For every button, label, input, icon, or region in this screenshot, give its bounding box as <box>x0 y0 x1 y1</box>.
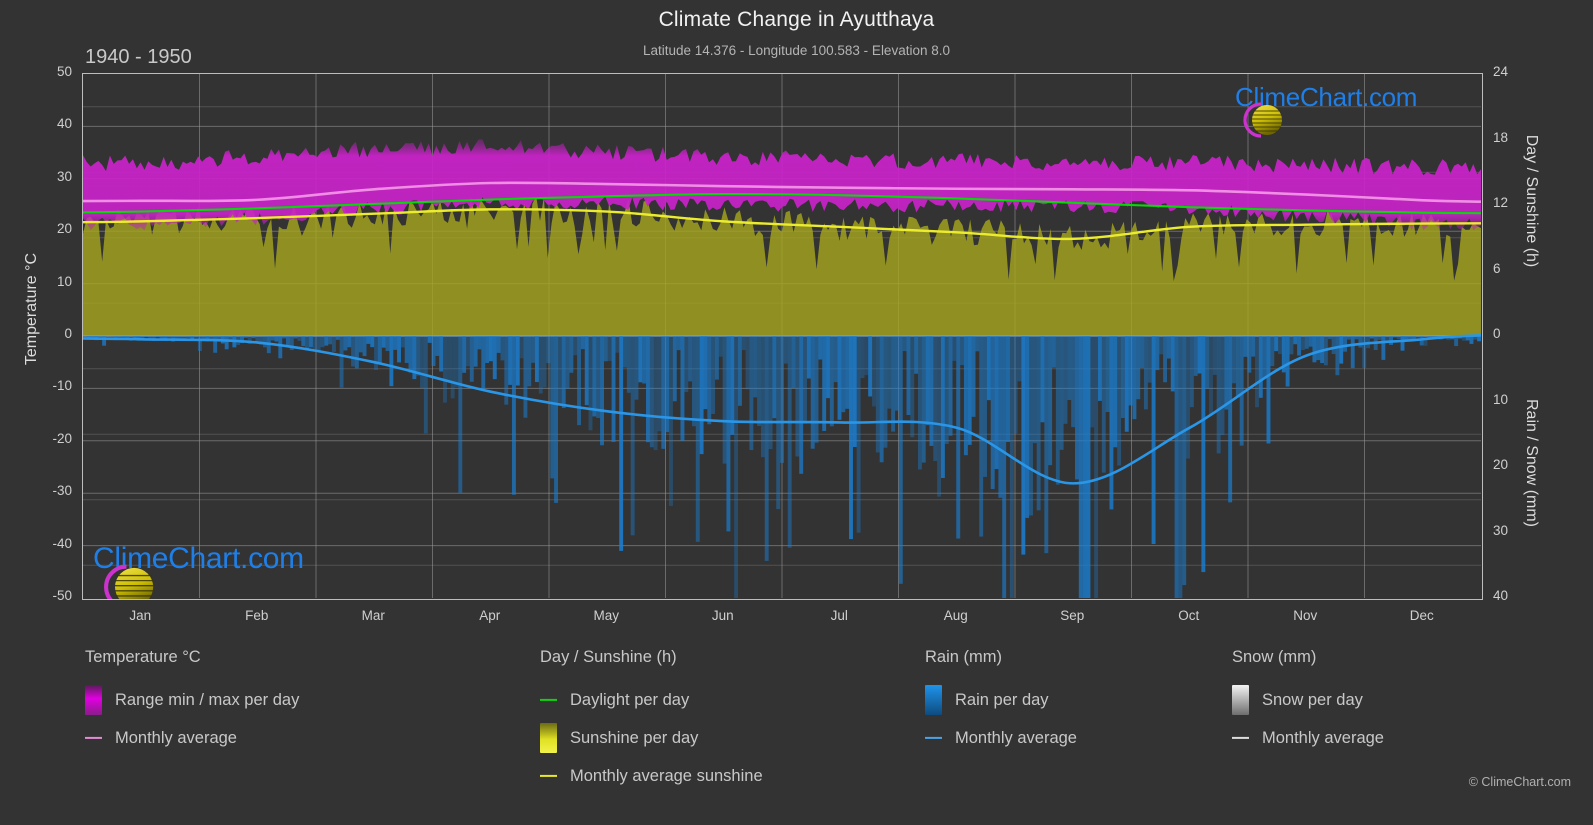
chart-legend: Temperature °C Range min / max per day Mon… <box>0 648 1593 798</box>
legend-item[interactable]: Sunshine per day <box>540 719 763 757</box>
legend-column-title: Rain (mm) <box>925 648 1002 666</box>
x-tick-may: May <box>593 608 619 623</box>
x-tick-dec: Dec <box>1409 608 1434 623</box>
x-tick-oct: Oct <box>1178 608 1200 623</box>
page-subtitle: Latitude 14.376 - Longitude 100.583 - El… <box>643 43 950 58</box>
y-tick-right-bottom: 30 <box>1493 522 1509 538</box>
y-tick-right-top: 6 <box>1493 260 1501 276</box>
x-tick-jun: Jun <box>711 608 734 623</box>
legend-item[interactable]: Daylight per day <box>540 681 763 719</box>
legend-line-icon <box>925 723 942 753</box>
x-tick-aug: Aug <box>943 608 968 623</box>
legend-line-icon <box>85 723 102 753</box>
legend-column-temperature-c: Temperature °C Range min / max per day Mon… <box>85 648 299 757</box>
legend-column-title: Snow (mm) <box>1232 648 1317 666</box>
page-title: Climate Change in Ayutthaya <box>658 8 935 31</box>
legend-column-day-sunshine-h: Day / Sunshine (h) Daylight per day Sunshi… <box>540 648 763 795</box>
y-tick-right-bottom: 40 <box>1493 588 1509 603</box>
legend-item[interactable]: Monthly average <box>1232 719 1384 757</box>
legend-item[interactable]: Monthly average <box>85 719 299 757</box>
y-tick-right-bottom: 20 <box>1493 457 1509 472</box>
legend-item[interactable]: Rain per day <box>925 681 1077 719</box>
y-tick-right-bottom: 10 <box>1493 391 1509 407</box>
y-tick-right-top: 24 <box>1493 64 1509 79</box>
y-tick-right-top: 0 <box>1493 326 1501 341</box>
legend-line-icon <box>540 685 557 715</box>
x-tick-nov: Nov <box>1293 608 1318 623</box>
legend-item-label: Monthly average <box>115 728 237 747</box>
legend-column-title: Day / Sunshine (h) <box>540 648 677 666</box>
y-tick-left: -40 <box>52 535 72 551</box>
legend-item-label: Snow per day <box>1262 690 1363 709</box>
legend-column-title: Temperature °C <box>85 648 201 666</box>
legend-swatch-icon <box>85 685 102 715</box>
x-tick-sep: Sep <box>1060 608 1085 623</box>
legend-line-icon <box>540 761 557 791</box>
y-tick-left: -10 <box>52 378 72 394</box>
legend-swatch-icon <box>540 723 557 753</box>
y-tick-left: -30 <box>52 483 72 499</box>
watermark-logo-bottom: ClimeChart.com <box>93 542 304 599</box>
x-tick-jan: Jan <box>129 608 152 623</box>
legend-item[interactable]: Range min / max per day <box>85 681 299 719</box>
legend-item-label: Monthly average <box>955 728 1077 747</box>
x-tick-apr: Apr <box>479 608 501 623</box>
y-tick-left: 10 <box>56 273 72 289</box>
x-tick-feb: Feb <box>245 608 269 623</box>
watermark-logo-top: ClimeChart.com <box>1235 82 1417 138</box>
y-tick-left: 0 <box>64 326 72 341</box>
x-tick-jul: Jul <box>830 608 848 623</box>
y-tick-left: -20 <box>52 430 72 446</box>
x-tick-mar: Mar <box>361 608 385 623</box>
legend-item[interactable]: Monthly average <box>925 719 1077 757</box>
legend-item[interactable]: Snow per day <box>1232 681 1384 719</box>
copyright-notice: © ClimeChart.com <box>1468 775 1571 789</box>
legend-line-icon <box>1232 723 1249 753</box>
legend-item-label: Rain per day <box>955 690 1049 709</box>
y-tick-left: 20 <box>56 221 72 237</box>
legend-item-label: Daylight per day <box>570 690 690 709</box>
legend-item[interactable]: Monthly average sunshine <box>540 757 763 795</box>
legend-item-label: Monthly average sunshine <box>570 766 763 785</box>
y-tick-left: -50 <box>52 588 72 603</box>
legend-column-snow-mm: Snow (mm) Snow per day Monthly average <box>1232 648 1384 757</box>
y-tick-left: 30 <box>56 168 72 184</box>
legend-swatch-icon <box>925 685 942 715</box>
legend-item-label: Monthly average <box>1262 728 1384 747</box>
y-tick-left: 50 <box>56 64 72 79</box>
climate-chart-plot: ClimeChart.com ClimeChart.com <box>82 73 1483 600</box>
period-label: 1940 - 1950 <box>85 46 192 68</box>
legend-column-rain-mm: Rain (mm) Rain per day Monthly average <box>925 648 1077 757</box>
legend-item-label: Sunshine per day <box>570 728 699 747</box>
y-tick-right-top: 12 <box>1493 195 1509 210</box>
legend-item-label: Range min / max per day <box>115 690 300 709</box>
y-tick-right-top: 18 <box>1493 129 1509 145</box>
legend-swatch-icon <box>1232 685 1249 715</box>
y-tick-left: 40 <box>56 116 72 132</box>
